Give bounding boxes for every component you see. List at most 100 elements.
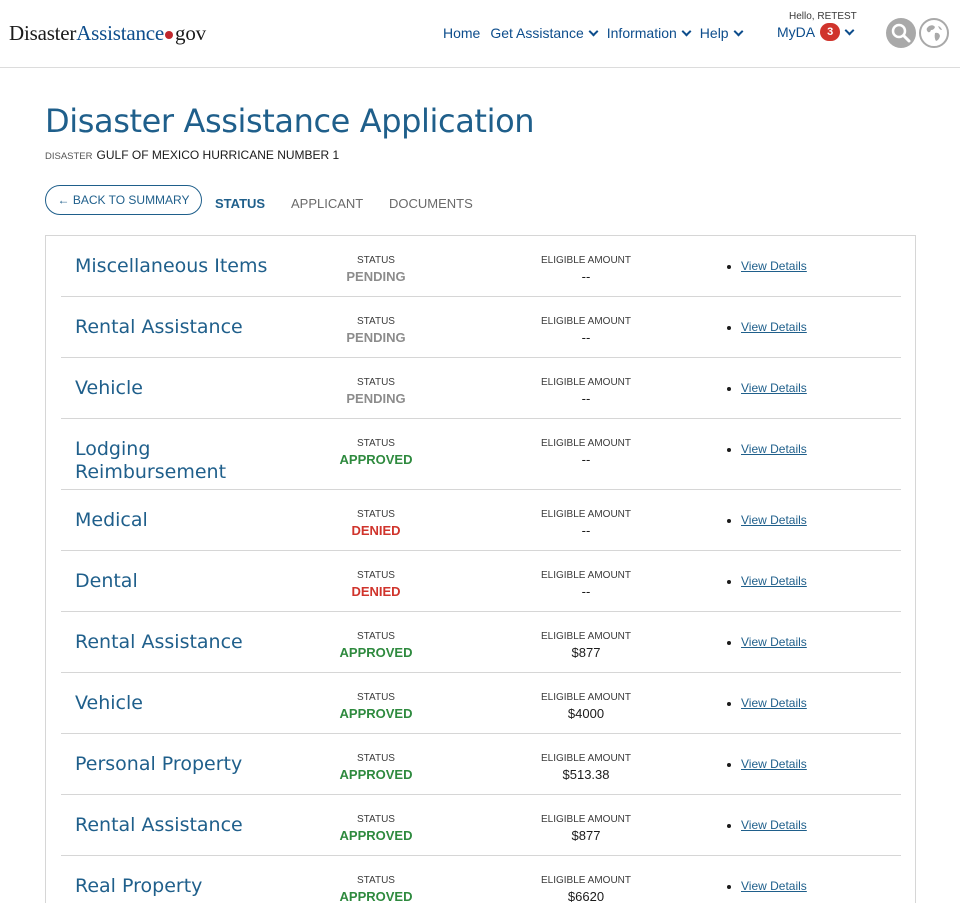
logo-dot-icon <box>165 30 174 39</box>
view-details-label: View Details <box>741 696 807 710</box>
view-details-link[interactable]: View Details <box>727 696 807 710</box>
view-details-label: View Details <box>741 818 807 832</box>
table-row: Rental Assistance STATUS APPROVED ELIGIBLE … <box>61 612 901 673</box>
account-label: MyDA <box>777 24 816 40</box>
status-label: STATUS <box>357 631 395 642</box>
amount-cell: ELIGIBLE AMOUNT -- <box>521 570 651 599</box>
amount-label: ELIGIBLE AMOUNT <box>540 509 632 520</box>
status-cell: STATUS PENDING <box>319 377 433 406</box>
table-row: Medical STATUS DENIED ELIGIBLE AMOUNT -- View… <box>61 490 901 551</box>
logo-text-assistance: Assistance <box>76 21 165 45</box>
amount-label: ELIGIBLE AMOUNT <box>540 875 632 886</box>
bullet-icon <box>727 325 731 330</box>
status-cell: STATUS DENIED <box>319 570 433 599</box>
back-to-summary-button[interactable]: ← BACK TO SUMMARY <box>45 185 202 215</box>
status-value: APPROVED <box>339 889 413 903</box>
amount-cell: ELIGIBLE AMOUNT -- <box>521 255 651 284</box>
amount-value: $877 <box>571 828 601 843</box>
amount-cell: ELIGIBLE AMOUNT -- <box>521 438 651 467</box>
nav-get-assistance-label: Get Assistance <box>490 25 584 41</box>
amount-label: ELIGIBLE AMOUNT <box>540 814 632 825</box>
table-row: Lodging Reimbursement STATUS APPROVED ELIGI… <box>61 419 901 490</box>
table-row: Miscellaneous Items STATUS PENDING ELIGIBLE… <box>61 236 901 297</box>
bullet-icon <box>727 447 731 452</box>
status-value: DENIED <box>351 584 401 599</box>
amount-label: ELIGIBLE AMOUNT <box>540 438 632 449</box>
tab-status[interactable]: STATUS <box>215 196 265 211</box>
nav-information[interactable]: Information <box>606 25 692 41</box>
nav-home[interactable]: Home <box>443 25 480 41</box>
bullet-icon <box>727 518 731 523</box>
status-label: STATUS <box>357 255 395 266</box>
table-row: Rental Assistance STATUS PENDING ELIGIBLE A… <box>61 297 901 358</box>
logo-text-disaster: Disaster <box>9 21 77 45</box>
view-details-label: View Details <box>741 381 807 395</box>
status-label: STATUS <box>357 692 395 703</box>
view-details-link[interactable]: View Details <box>727 757 807 771</box>
status-label: STATUS <box>357 875 395 886</box>
site-logo[interactable]: DisasterAssistance gov <box>9 21 206 46</box>
amount-value: -- <box>581 330 591 345</box>
nav-information-label: Information <box>606 25 677 41</box>
site-header: DisasterAssistance gov Home Get Assistanc… <box>0 0 960 68</box>
amount-cell: ELIGIBLE AMOUNT -- <box>521 509 651 538</box>
status-label: STATUS <box>357 377 395 388</box>
tab-documents[interactable]: DOCUMENTS <box>389 196 473 211</box>
view-details-link[interactable]: View Details <box>727 513 807 527</box>
view-details-label: View Details <box>741 513 807 527</box>
amount-label: ELIGIBLE AMOUNT <box>540 316 632 327</box>
status-label: STATUS <box>357 753 395 764</box>
view-details-link[interactable]: View Details <box>727 574 807 588</box>
bullet-icon <box>727 884 731 889</box>
amount-label: ELIGIBLE AMOUNT <box>540 692 632 703</box>
status-cell: STATUS APPROVED <box>319 438 433 467</box>
view-details-link[interactable]: View Details <box>727 635 807 649</box>
view-details-link[interactable]: View Details <box>727 879 807 893</box>
bullet-icon <box>727 264 731 269</box>
assistance-type: Lodging Reimbursement <box>75 438 227 483</box>
amount-value: -- <box>581 584 591 599</box>
status-cell: STATUS APPROVED <box>319 814 433 843</box>
page-title: Disaster Assistance Application <box>45 102 535 140</box>
search-icon[interactable] <box>886 18 916 48</box>
view-details-link[interactable]: View Details <box>727 381 807 395</box>
view-details-link[interactable]: View Details <box>727 259 807 273</box>
nav-get-assistance[interactable]: Get Assistance <box>490 25 599 41</box>
account-menu[interactable]: Hello, RETEST MyDA 3 <box>777 11 857 41</box>
assistance-type: Personal Property <box>75 753 243 775</box>
table-row: Personal Property STATUS APPROVED ELIGIBLE … <box>61 734 901 795</box>
view-details-link[interactable]: View Details <box>727 818 807 832</box>
assistance-type: Vehicle <box>75 377 143 399</box>
assistance-type: Real Property <box>75 875 203 897</box>
globe-icon[interactable] <box>919 18 949 48</box>
amount-cell: ELIGIBLE AMOUNT $6620 <box>521 875 651 903</box>
nav-help[interactable]: Help <box>700 25 744 41</box>
status-value: PENDING <box>346 330 406 345</box>
status-value: APPROVED <box>339 767 413 782</box>
amount-label: ELIGIBLE AMOUNT <box>540 255 632 266</box>
amount-value: -- <box>581 269 591 284</box>
amount-value: $6620 <box>567 889 605 903</box>
notification-badge: 3 <box>820 23 841 41</box>
table-row: Rental Assistance STATUS APPROVED ELIGIBLE … <box>61 795 901 856</box>
tab-applicant[interactable]: APPLICANT <box>291 196 363 211</box>
status-label: STATUS <box>357 509 395 520</box>
assistance-status-list: Miscellaneous Items STATUS PENDING ELIGIBLE… <box>61 236 901 903</box>
view-details-link[interactable]: View Details <box>727 442 807 456</box>
assistance-type: Rental Assistance <box>75 631 243 653</box>
bullet-icon <box>727 579 731 584</box>
status-cell: STATUS PENDING <box>319 316 433 345</box>
status-cell: STATUS APPROVED <box>319 875 433 903</box>
assistance-type: Dental <box>75 570 138 592</box>
view-details-label: View Details <box>741 879 807 893</box>
amount-label: ELIGIBLE AMOUNT <box>540 631 632 642</box>
amount-value: $877 <box>571 645 601 660</box>
amount-label: ELIGIBLE AMOUNT <box>540 570 632 581</box>
view-details-link[interactable]: View Details <box>727 320 807 334</box>
status-value: APPROVED <box>339 645 413 660</box>
chevron-down-icon <box>588 26 599 36</box>
amount-cell: ELIGIBLE AMOUNT $513.38 <box>521 753 651 782</box>
status-value: APPROVED <box>339 452 413 467</box>
view-details-label: View Details <box>741 574 807 588</box>
chevron-down-icon <box>844 25 855 35</box>
